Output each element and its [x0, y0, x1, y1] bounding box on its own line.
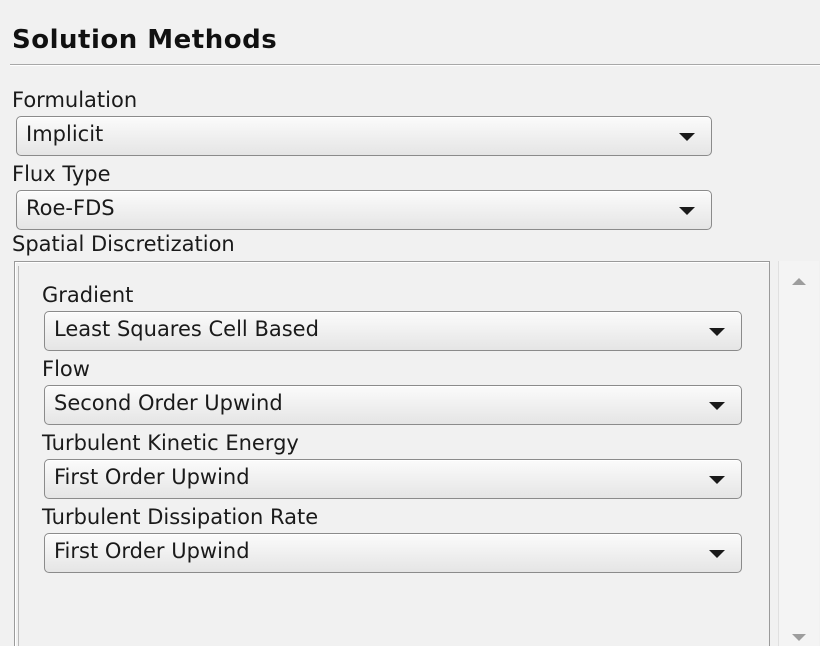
flow-label: Flow	[42, 357, 90, 381]
flux-type-label: Flux Type	[12, 162, 111, 186]
gradient-dropdown[interactable]: Least Squares Cell Based	[44, 311, 742, 351]
turbulent-kinetic-energy-dropdown[interactable]: First Order Upwind	[44, 459, 742, 499]
chevron-down-icon[interactable]	[679, 133, 695, 141]
formulation-dropdown-value: Implicit	[26, 122, 104, 146]
turbulent-kinetic-energy-label: Turbulent Kinetic Energy	[42, 431, 299, 455]
gradient-label: Gradient	[42, 283, 134, 307]
turbulent-dissipation-rate-dropdown-value: First Order Upwind	[54, 539, 250, 563]
chevron-down-icon[interactable]	[709, 328, 725, 336]
title-divider	[10, 64, 820, 66]
turbulent-dissipation-rate-label: Turbulent Dissipation Rate	[42, 505, 319, 529]
scroll-up-arrow-icon[interactable]	[792, 278, 806, 285]
chevron-down-icon[interactable]	[709, 476, 725, 484]
chevron-down-icon[interactable]	[709, 402, 725, 410]
scroll-down-arrow-icon[interactable]	[792, 634, 806, 641]
flow-dropdown[interactable]: Second Order Upwind	[44, 385, 742, 425]
panel-title: Solution Methods	[12, 25, 278, 55]
vertical-scrollbar[interactable]	[778, 261, 819, 646]
formulation-dropdown[interactable]: Implicit	[16, 116, 712, 156]
gradient-dropdown-value: Least Squares Cell Based	[54, 317, 319, 341]
chevron-down-icon[interactable]	[709, 550, 725, 558]
formulation-label: Formulation	[12, 88, 138, 112]
flux-type-dropdown-value: Roe-FDS	[26, 196, 115, 220]
flow-dropdown-value: Second Order Upwind	[54, 391, 283, 415]
flux-type-dropdown[interactable]: Roe-FDS	[16, 190, 712, 230]
group-inner-border	[18, 266, 19, 646]
solution-methods-panel: Solution Methods Formulation Implicit Fl…	[0, 0, 820, 646]
chevron-down-icon[interactable]	[679, 207, 695, 215]
turbulent-dissipation-rate-dropdown[interactable]: First Order Upwind	[44, 533, 742, 573]
spatial-discretization-label: Spatial Discretization	[12, 232, 239, 256]
turbulent-kinetic-energy-dropdown-value: First Order Upwind	[54, 465, 250, 489]
